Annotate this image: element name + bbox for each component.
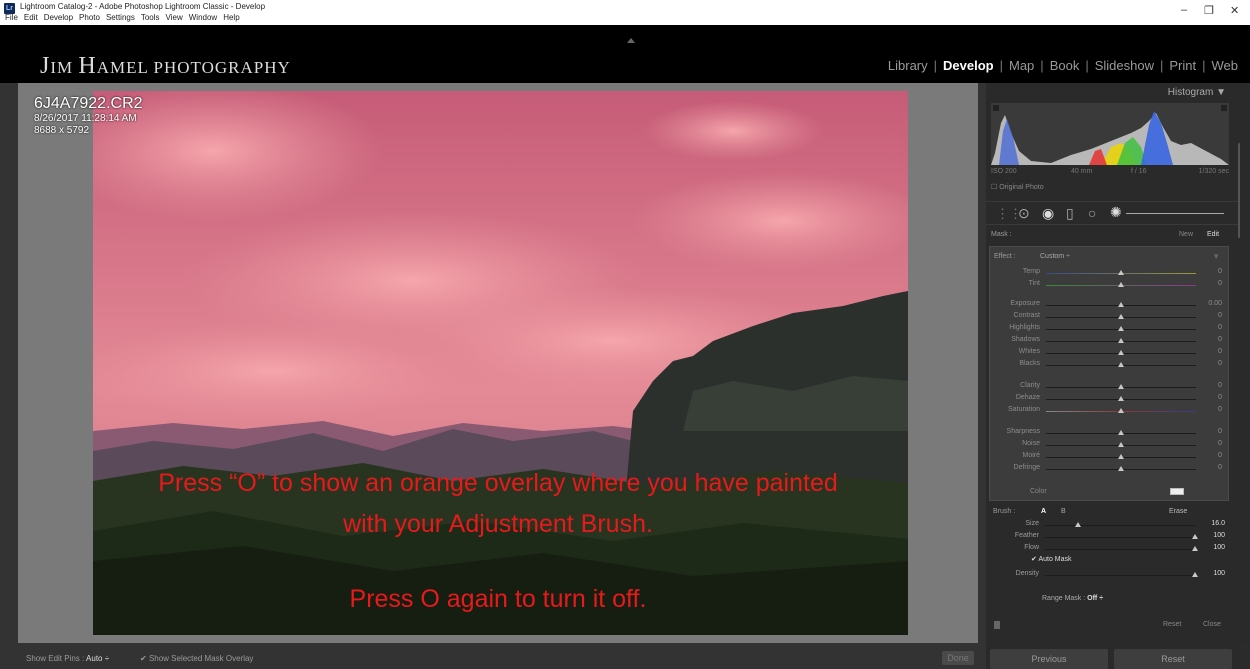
annotation-line-3: Press O again to turn it off. [349,585,647,613]
slider-whites[interactable]: Whites 0 [990,347,1230,359]
previous-button[interactable]: Previous [990,649,1108,669]
slider-highlights[interactable]: Highlights 0 [990,323,1230,335]
window-title: Lightroom Catalog-2 - Adobe Photoshop Li… [20,2,266,11]
mask-label: Mask : [991,231,1012,238]
menu-settings[interactable]: Settings [106,13,135,25]
module-library[interactable]: Library [882,58,934,73]
reset-button[interactable]: Reset [1114,649,1232,669]
left-panel-collapsed[interactable] [0,83,18,643]
brush-b-button[interactable]: B [1061,508,1066,515]
slider-saturation[interactable]: Saturation 0 [990,405,1230,417]
minimize-icon[interactable]: – [1181,4,1187,16]
spot-removal-icon[interactable]: ⊙ [1018,205,1030,222]
mask-row: Mask : New Edit [991,231,1229,238]
brush-a-button[interactable]: A [1041,508,1046,515]
brush-density-slider[interactable]: Density 100 [989,569,1229,581]
module-web[interactable]: Web [1206,58,1245,73]
color-label: Color [1030,488,1047,495]
effect-panel: Effect : Custom ÷ ▼ Temp 0 Tint 0 Exposure 0.… [989,246,1229,501]
show-mask-overlay-checkbox[interactable]: ✔ Show Selected Mask Overlay [140,654,253,663]
tool-slider-track[interactable] [1126,213,1224,214]
brush-size-slider[interactable]: Size 16.0 [989,519,1229,531]
slider-shadows[interactable]: Shadows 0 [990,335,1230,347]
slider-contrast[interactable]: Contrast 0 [990,311,1230,323]
photo[interactable] [93,91,908,635]
menu-file[interactable]: File [5,13,18,25]
restore-icon[interactable]: ❐ [1204,4,1214,17]
title-bar: Lr Lightroom Catalog-2 - Adobe Photoshop… [0,0,1250,25]
slider-exposure[interactable]: Exposure 0.00 [990,299,1230,311]
right-edge-strip [1240,83,1250,643]
annotation-line-1: Press “O” to show an orange overlay wher… [158,469,838,497]
slider-noise[interactable]: Noise 0 [990,439,1230,451]
module-picker: Library | Develop | Map | Book | Slideshow | … [882,58,1244,73]
show-edit-pins[interactable]: Show Edit Pins : Auto ÷ [26,654,109,663]
menu-tools[interactable]: Tools [141,13,160,25]
bottom-buttons: Previous Reset [986,649,1240,669]
brush-label: Brush : [993,508,1016,515]
photo-dimensions: 8688 x 5792 [34,125,90,136]
close-icon[interactable]: ✕ [1230,4,1239,17]
right-panel-edge [978,83,986,643]
slider-blacks[interactable]: Blacks 0 [990,359,1230,371]
panel-switch-icon[interactable] [994,621,1000,629]
brush-section: Brush : A B Erase Size 16.0 Feather 100 Fl… [989,505,1229,585]
menu-window[interactable]: Window [189,13,217,25]
menu-edit[interactable]: Edit [24,13,38,25]
module-book[interactable]: Book [1044,58,1086,73]
menu-develop[interactable]: Develop [44,13,73,25]
photo-info-overlay: 6J4A7922.CR2 8/26/2017 11:28:14 AM 8688 … [34,95,143,137]
graduated-filter-icon[interactable]: ▯ [1066,205,1074,222]
panel-close-button[interactable]: Close [1203,621,1221,628]
menu-help[interactable]: Help [223,13,239,25]
slider-moir[interactable]: Moiré 0 [990,451,1230,463]
module-map[interactable]: Map [1003,58,1040,73]
slider-dehaze[interactable]: Dehaze 0 [990,393,1230,405]
brush-erase-button[interactable]: Erase [1169,508,1187,515]
module-print[interactable]: Print [1163,58,1202,73]
effect-preset-select[interactable]: Custom ÷ [1040,253,1070,260]
slider-sharpness[interactable]: Sharpness 0 [990,427,1230,439]
mask-edit-button[interactable]: Edit [1207,231,1219,238]
develop-toolbar: Show Edit Pins : Auto ÷ ✔ Show Selected … [0,643,986,669]
brush-flow-slider[interactable]: Flow 100 [989,543,1229,555]
mask-new-button[interactable]: New [1179,231,1193,238]
effect-collapse-icon[interactable]: ▼ [1212,252,1220,261]
histogram-header[interactable]: Histogram ▼ [986,83,1240,101]
range-mask-select[interactable]: Range Mask : Off ÷ [986,595,1240,602]
photo-canvas[interactable]: 6J4A7922.CR2 8/26/2017 11:28:14 AM 8688 … [18,83,978,643]
auto-mask-checkbox[interactable]: ✔ Auto Mask [989,555,1229,567]
effect-label: Effect : [994,253,1016,260]
panel-reset-button[interactable]: Reset [1163,621,1181,628]
annotation-line-2: with your Adjustment Brush. [343,510,653,538]
menu-view[interactable]: View [166,13,183,25]
lightroom-window: Lr Lightroom Catalog-2 - Adobe Photoshop… [0,0,1250,669]
histogram[interactable] [991,103,1229,165]
collapse-top-panel-icon[interactable] [627,38,635,43]
slider-clarity[interactable]: Clarity 0 [990,381,1230,393]
module-slideshow[interactable]: Slideshow [1089,58,1160,73]
adjustment-brush-icon[interactable]: ✺ [1110,204,1122,221]
identity-plate: JIM HAMEL PHOTOGRAPHY [40,53,291,79]
histogram-graph [991,105,1229,165]
done-button[interactable]: Done [942,651,974,665]
right-panel: Histogram ▼ ISO 200 40 mm f / 16 1/320 s… [986,83,1240,669]
color-swatch[interactable] [1170,488,1184,495]
red-eye-icon[interactable]: ◉ [1042,205,1054,222]
photo-filename: 6J4A7922.CR2 [34,95,143,112]
brush-feather-slider[interactable]: Feather 100 [989,531,1229,543]
slider-defringe[interactable]: Defringe 0 [990,463,1230,475]
radial-filter-icon[interactable]: ○ [1088,205,1096,221]
slider-tint[interactable]: Tint 0 [990,279,1230,291]
brush-row: Brush : A B Erase [989,507,1229,519]
photo-datetime: 8/26/2017 11:28:14 AM [34,113,137,124]
tool-strip: ⋮⋮ ⊙ ◉ ▯ ○ ✺ [986,201,1240,225]
landscape-photo [93,91,908,635]
module-develop[interactable]: Develop [937,58,1000,73]
module-bar: JIM HAMEL PHOTOGRAPHY Library | Develop | … [0,25,1250,83]
original-photo-checkbox[interactable]: ☐ Original Photo [991,183,1044,191]
menu-photo[interactable]: Photo [79,13,100,25]
slider-temp[interactable]: Temp 0 [990,267,1230,279]
menu-bar: File Edit Develop Photo Settings Tools V… [0,13,240,25]
